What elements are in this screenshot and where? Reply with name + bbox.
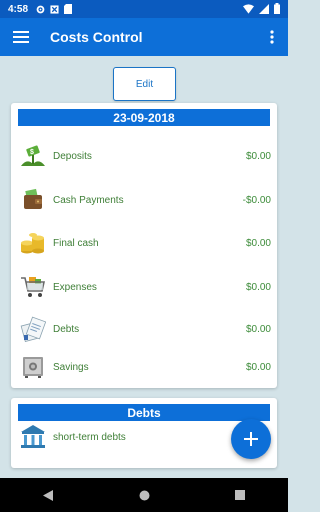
- app-bar: Costs Control: [0, 18, 288, 56]
- row-cash-payments[interactable]: Cash Payments -$0.00: [19, 185, 271, 215]
- edit-button[interactable]: Edit: [113, 67, 176, 101]
- status-time: 4:58: [8, 3, 29, 15]
- row-deposits[interactable]: $ Deposits $0.00: [19, 141, 271, 171]
- plus-icon: [244, 432, 258, 446]
- notification-icons: [36, 4, 73, 14]
- row-label: Final cash: [53, 237, 99, 249]
- row-final-cash[interactable]: Final cash $0.00: [19, 228, 271, 258]
- row-label: short-term debts: [53, 431, 126, 443]
- row-amount: $0.00: [245, 323, 271, 335]
- date-header: 23-09-2018: [18, 109, 270, 126]
- add-button[interactable]: [231, 419, 271, 459]
- home-circle-icon: [139, 490, 149, 500]
- coin-stack-icon: [19, 230, 47, 256]
- summary-card: 23-09-2018 $ Deposits $0.00 Cash Payment…: [11, 103, 277, 388]
- row-label: Cash Payments: [53, 194, 124, 206]
- system-icons: [243, 3, 280, 14]
- notification-box-icon: [50, 4, 59, 14]
- signal-icon: [259, 3, 269, 14]
- row-debts[interactable]: Debts $0.00: [19, 314, 271, 344]
- app-title: Costs Control: [50, 29, 143, 45]
- money-plant-icon: $: [19, 143, 47, 169]
- menu-button[interactable]: [2, 18, 40, 56]
- row-expenses[interactable]: Expenses $0.00: [19, 272, 271, 302]
- back-button[interactable]: [28, 478, 68, 512]
- receipt-icon: [19, 316, 47, 342]
- overflow-menu-button[interactable]: [262, 26, 282, 48]
- debts-header: Debts: [18, 404, 270, 421]
- svg-text:$: $: [30, 149, 34, 156]
- wifi-icon: [243, 3, 254, 14]
- row-label: Debts: [53, 323, 80, 335]
- row-amount: $0.00: [245, 150, 271, 162]
- row-label: Deposits: [53, 150, 92, 162]
- row-amount: $0.00: [245, 361, 271, 373]
- hamburger-icon: [13, 31, 29, 43]
- system-nav-bar: [0, 478, 288, 512]
- shopping-cart-icon: [19, 274, 47, 300]
- row-savings[interactable]: Savings $0.00: [19, 352, 271, 382]
- wallet-icon: [19, 187, 47, 213]
- row-amount: $0.00: [245, 237, 271, 249]
- sd-card-icon: [64, 4, 73, 14]
- recents-square-icon: [235, 490, 245, 500]
- back-triangle-icon: [43, 489, 53, 501]
- status-bar: 4:58: [0, 0, 288, 18]
- home-button[interactable]: [124, 478, 164, 512]
- more-vert-icon: [270, 30, 274, 44]
- bank-icon: [19, 424, 47, 450]
- gear-icon: [36, 5, 45, 13]
- battery-icon: [274, 3, 280, 14]
- row-label: Expenses: [53, 281, 97, 293]
- row-label: Savings: [53, 361, 89, 373]
- row-amount: $0.00: [245, 281, 271, 293]
- row-amount: -$0.00: [242, 194, 271, 206]
- recents-button[interactable]: [220, 478, 260, 512]
- safe-icon: [19, 354, 47, 380]
